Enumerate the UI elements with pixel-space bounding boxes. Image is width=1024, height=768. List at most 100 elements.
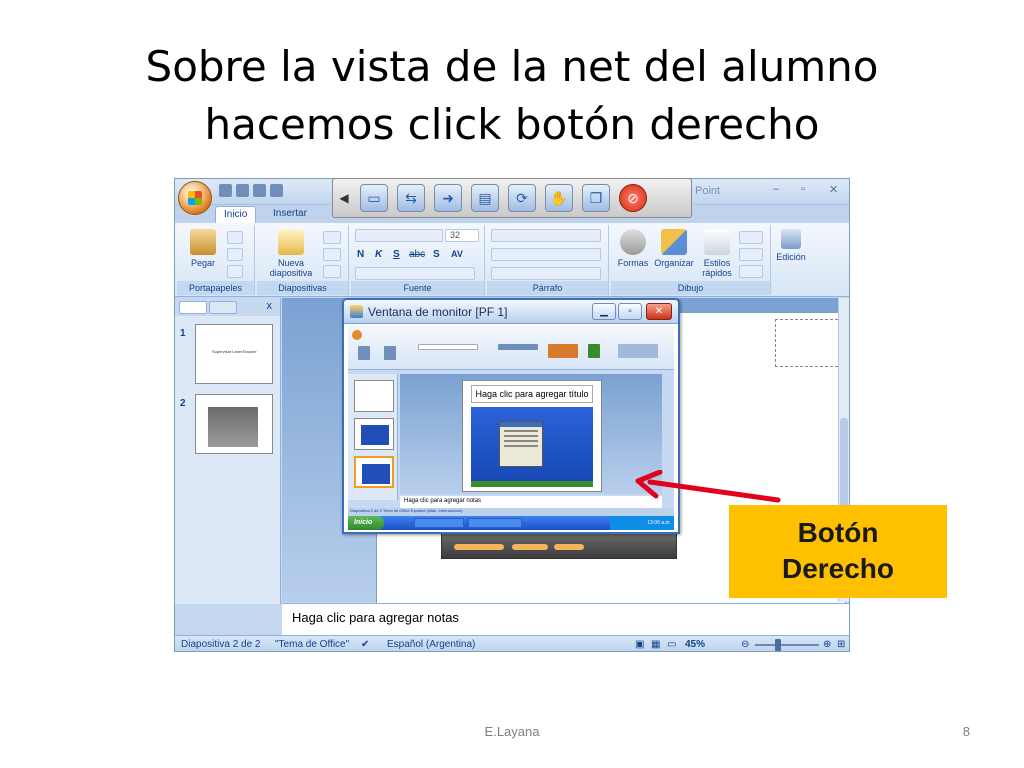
align-direction-row[interactable] bbox=[491, 248, 601, 261]
student-paragraph-row bbox=[498, 344, 538, 350]
red-arrow-icon bbox=[635, 470, 781, 503]
formas-button[interactable]: Formas bbox=[613, 229, 653, 268]
forward-arrow-icon[interactable]: ➜ bbox=[434, 184, 462, 212]
view-sorter-icon[interactable]: ▦ bbox=[651, 639, 660, 650]
organizar-button[interactable]: Organizar bbox=[651, 229, 697, 268]
tab-inicio[interactable]: Inicio bbox=[215, 206, 257, 223]
monitor-app-icon bbox=[350, 305, 363, 318]
underline-button[interactable]: S bbox=[393, 249, 400, 260]
student-screen-view[interactable]: Haga clic para agregar título Haga clic … bbox=[348, 326, 674, 530]
monitor-minimize-button[interactable]: ▁ bbox=[592, 303, 616, 320]
view-show-icon[interactable]: ▭ bbox=[667, 639, 676, 650]
student-styles-icon bbox=[588, 344, 600, 358]
monitor-maximize-button[interactable]: ▫ bbox=[618, 303, 642, 320]
student-notes: Haga clic para agregar notas bbox=[400, 496, 662, 508]
title-placeholder[interactable] bbox=[775, 319, 843, 367]
layout-icon[interactable] bbox=[323, 231, 341, 244]
font-size-select[interactable]: 32 bbox=[445, 229, 479, 242]
italic-button[interactable]: K bbox=[375, 249, 382, 260]
view-normal-icon[interactable]: ▣ bbox=[635, 639, 644, 650]
back-arrow-icon[interactable]: ◀ bbox=[337, 184, 351, 212]
student-title-placeholder: Haga clic para agregar título bbox=[471, 385, 593, 403]
student-thumbnail-3 bbox=[354, 456, 394, 488]
copy-screens-icon[interactable]: ❐ bbox=[582, 184, 610, 212]
edicion-button[interactable]: Edición bbox=[773, 229, 809, 262]
slide-thumbnail-1[interactable]: Supervisar LearnTeacher bbox=[195, 324, 273, 384]
strikethrough-button[interactable]: abc bbox=[409, 249, 425, 260]
zoom-slider-knob[interactable] bbox=[775, 639, 781, 651]
ribbon: Pegar Portapapeles Nueva diapositiva Dia… bbox=[175, 223, 849, 297]
zoom-slider[interactable] bbox=[755, 644, 819, 646]
hand-icon[interactable]: ✋ bbox=[545, 184, 573, 212]
zoom-in-icon[interactable]: ⊕ bbox=[823, 639, 831, 650]
delete-slide-icon[interactable] bbox=[323, 265, 341, 278]
undo-icon[interactable] bbox=[236, 184, 249, 197]
group-portapapeles: Pegar Portapapeles bbox=[177, 225, 255, 295]
pane-close-button[interactable]: x bbox=[267, 300, 273, 312]
dialog-text-line bbox=[504, 445, 538, 447]
tab-insertar[interactable]: Insertar bbox=[265, 206, 315, 223]
group-label-diapositivas: Diapositivas bbox=[257, 281, 348, 295]
clipboard-icon bbox=[190, 229, 216, 255]
group-dibujo: Formas Organizar Estilos rápidos Dibujo bbox=[611, 225, 771, 295]
bold-button[interactable]: N bbox=[357, 249, 364, 260]
student-slides-pane bbox=[348, 374, 398, 500]
font-color-row[interactable] bbox=[355, 267, 475, 280]
student-status-bar: Diapositiva 2 de 2 Tema de Office Españo… bbox=[348, 508, 674, 516]
group-label-parrafo: Párrafo bbox=[487, 281, 608, 295]
list-buttons-row[interactable] bbox=[491, 229, 601, 242]
shadow-button[interactable]: S bbox=[433, 249, 440, 260]
estilos-rapidos-button[interactable]: Estilos rápidos bbox=[697, 229, 737, 278]
notes-pane[interactable]: Haga clic para agregar notas bbox=[282, 603, 849, 635]
estilos-rapidos-label: Estilos rápidos bbox=[702, 258, 732, 278]
fill-icon[interactable] bbox=[739, 231, 763, 244]
slide-title-line-1: Sobre la vista de la net del alumno bbox=[145, 42, 879, 91]
progress-bar-shape bbox=[512, 544, 548, 550]
office-button[interactable] bbox=[178, 181, 212, 215]
redo-icon[interactable] bbox=[253, 184, 266, 197]
close-button[interactable]: ✕ bbox=[829, 183, 838, 196]
organizar-label: Organizar bbox=[654, 258, 694, 268]
pegar-button[interactable]: Pegar bbox=[183, 229, 223, 268]
font-name-select[interactable] bbox=[355, 229, 443, 242]
student-paste-icon bbox=[358, 346, 370, 360]
outline-icon[interactable] bbox=[739, 248, 763, 261]
monitor-close-button[interactable]: ✕ bbox=[646, 303, 672, 320]
tab-outline[interactable] bbox=[209, 301, 237, 314]
alignment-buttons-row[interactable] bbox=[491, 267, 601, 280]
slide-thumbnail-2[interactable] bbox=[195, 394, 273, 454]
two-screens-icon[interactable]: ⇆ bbox=[397, 184, 425, 212]
tab-slides[interactable] bbox=[179, 301, 207, 314]
student-edit-area: Haga clic para agregar título bbox=[400, 374, 662, 494]
status-slide-count: Diapositiva 2 de 2 bbox=[181, 639, 261, 650]
student-dialog-window bbox=[499, 421, 543, 467]
student-dialog-titlebar bbox=[500, 422, 542, 427]
document-icon[interactable]: ▤ bbox=[471, 184, 499, 212]
nueva-diapositiva-button[interactable]: Nueva diapositiva bbox=[261, 229, 321, 278]
reset-icon[interactable] bbox=[323, 248, 341, 261]
quick-access-more-icon[interactable] bbox=[270, 184, 283, 197]
fit-window-icon[interactable]: ⊞ bbox=[837, 639, 845, 650]
maximize-button[interactable]: ▫ bbox=[801, 183, 805, 195]
student-windows-taskbar: Inicio 13:06 a.m. bbox=[348, 516, 674, 530]
effects-icon[interactable] bbox=[739, 265, 763, 278]
thumbnail-text: Supervisar LearnTeacher bbox=[212, 349, 257, 354]
progress-bar-shape bbox=[554, 544, 584, 550]
copy-icon[interactable] bbox=[227, 248, 243, 261]
monitor-titlebar: Ventana de monitor [PF 1] ▁ ▫ ✕ bbox=[344, 300, 678, 324]
student-editing-icons bbox=[618, 344, 658, 358]
thumbnail-image bbox=[208, 407, 258, 447]
format-painter-icon[interactable] bbox=[227, 265, 243, 278]
spacing-button[interactable]: AV bbox=[451, 249, 463, 259]
cut-icon[interactable] bbox=[227, 231, 243, 244]
monitor-icon[interactable]: ▭ bbox=[360, 184, 388, 212]
stop-icon[interactable]: ⊘ bbox=[619, 184, 647, 212]
quick-styles-icon bbox=[704, 229, 730, 255]
spellcheck-icon[interactable]: ✔ bbox=[361, 639, 369, 650]
scrollbar-thumb[interactable] bbox=[840, 418, 848, 518]
status-theme: "Tema de Office" bbox=[275, 639, 350, 650]
refresh-icon[interactable]: ⟳ bbox=[508, 184, 536, 212]
save-icon[interactable] bbox=[219, 184, 232, 197]
zoom-out-icon[interactable]: ⊖ bbox=[741, 639, 749, 650]
minimize-button[interactable]: – bbox=[773, 183, 779, 195]
